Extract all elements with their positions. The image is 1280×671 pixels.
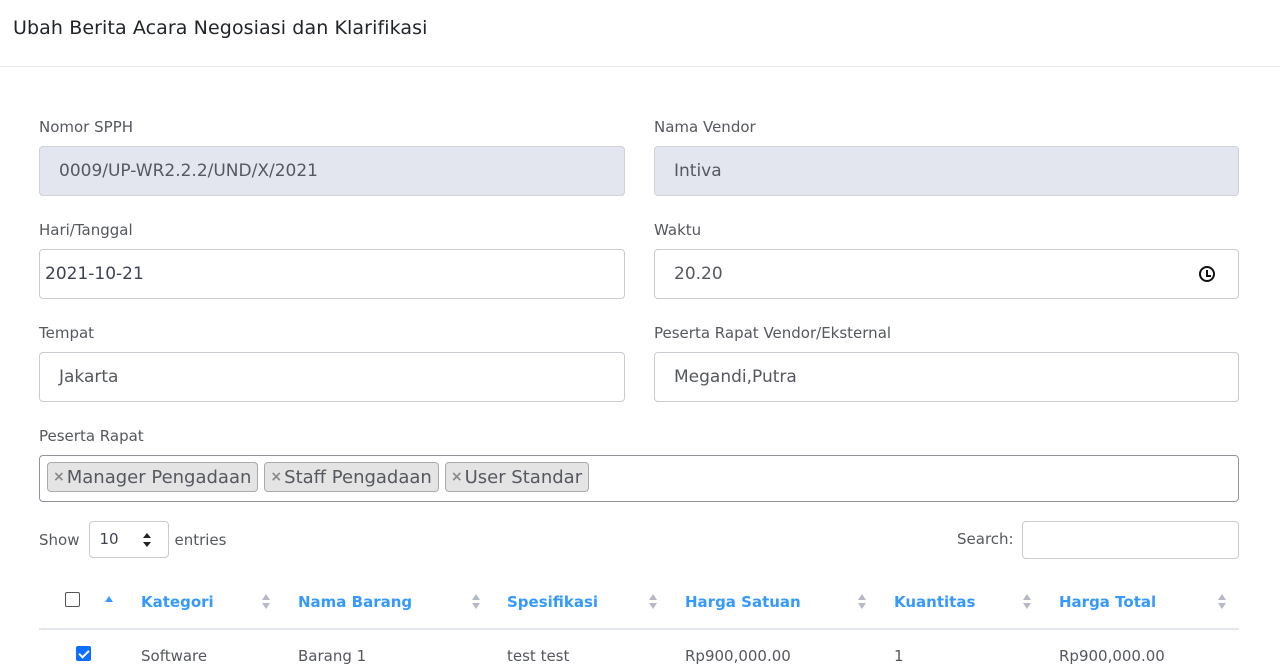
sort-icon[interactable] (858, 594, 866, 609)
cell-harga-satuan: Rp900,000.00 (685, 647, 791, 665)
remove-tag-icon[interactable]: × (451, 469, 463, 485)
nomor-spph-label: Nomor SPPH (39, 118, 134, 136)
page-title: Ubah Berita Acara Negosiasi dan Klarifik… (13, 17, 428, 39)
column-header-kategori[interactable]: Kategori (141, 593, 214, 611)
tag-manager-pengadaan: × Manager Pengadaan (47, 462, 259, 492)
waktu-label: Waktu (654, 221, 702, 239)
page-header: Ubah Berita Acara Negosiasi dan Klarifik… (0, 0, 1280, 67)
tempat-label: Tempat (39, 324, 95, 342)
entries-select[interactable]: 10 (89, 521, 170, 558)
column-header-spesifikasi[interactable]: Spesifikasi (507, 593, 598, 611)
tag-label: User Standar (464, 466, 583, 488)
waktu-value: 20.20 (674, 264, 723, 284)
nama-vendor-label: Nama Vendor (654, 118, 756, 136)
clock-icon[interactable] (1199, 266, 1215, 282)
entries-label: entries (174, 530, 227, 549)
row-checkbox[interactable] (76, 646, 91, 661)
tag-label: Manager Pengadaan (66, 466, 252, 488)
entries-length-control: Show 10 entries (39, 521, 226, 558)
cell-nama-barang: Barang 1 (298, 647, 367, 665)
peserta-rapat-select[interactable]: × Manager Pengadaan × Staff Pengadaan × … (39, 455, 1239, 502)
search-label: Search: (957, 530, 1014, 548)
cell-harga-total: Rp900,000.00 (1059, 647, 1165, 665)
column-header-harga-total[interactable]: Harga Total (1059, 593, 1156, 611)
show-label: Show (39, 530, 80, 549)
sort-icon[interactable] (472, 594, 480, 609)
remove-tag-icon[interactable]: × (53, 469, 65, 485)
sort-icon[interactable] (1023, 594, 1031, 609)
column-header-nama-barang[interactable]: Nama Barang (298, 593, 412, 611)
nomor-spph-field: 0009/UP-WR2.2.2/UND/X/2021 (39, 146, 625, 196)
select-all-checkbox[interactable] (65, 592, 80, 607)
tag-user-standar: × User Standar (444, 462, 590, 492)
table-header: Kategori Nama Barang Spesifikasi Harga S… (39, 576, 1239, 630)
sort-icon[interactable] (649, 594, 657, 609)
column-header-harga-satuan[interactable]: Harga Satuan (685, 593, 801, 611)
search-input[interactable] (1022, 521, 1239, 559)
sort-icon[interactable] (262, 594, 270, 609)
nama-vendor-field: Intiva (654, 146, 1239, 196)
cell-kategori: Software (141, 647, 208, 665)
cell-spesifikasi: test test (507, 647, 570, 665)
hari-tanggal-label: Hari/Tanggal (39, 221, 133, 239)
tag-label: Staff Pengadaan (284, 466, 432, 488)
peserta-eksternal-input[interactable]: Megandi,Putra (654, 352, 1239, 402)
remove-tag-icon[interactable]: × (270, 469, 282, 485)
entries-select-value: 10 (99, 530, 119, 548)
waktu-input[interactable]: 20.20 (654, 249, 1239, 299)
select-arrows-icon (143, 533, 152, 547)
tag-staff-pengadaan: × Staff Pengadaan (264, 462, 439, 492)
table-row: Software Barang 1 test test Rp900,000.00… (39, 630, 1239, 671)
sort-ascending-icon[interactable] (105, 596, 113, 602)
column-header-kuantitas[interactable]: Kuantitas (894, 593, 975, 611)
sort-icon[interactable] (1218, 594, 1226, 609)
hari-tanggal-input[interactable]: 2021-10-21 (39, 249, 625, 299)
cell-kuantitas: 1 (894, 647, 904, 665)
peserta-eksternal-label: Peserta Rapat Vendor/Eksternal (654, 324, 892, 342)
peserta-rapat-label: Peserta Rapat (39, 427, 144, 445)
tempat-input[interactable]: Jakarta (39, 352, 625, 402)
